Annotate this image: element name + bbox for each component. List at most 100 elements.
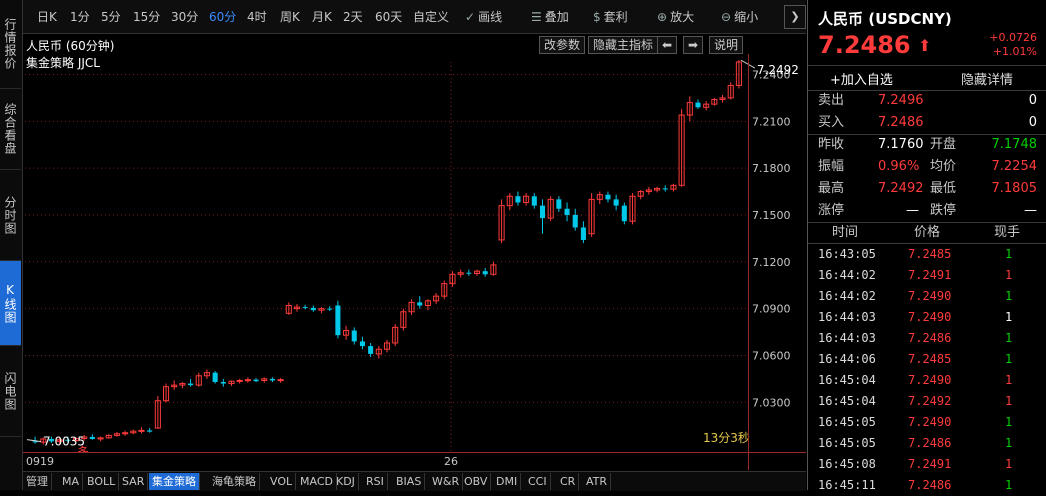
candle-body [466,272,472,274]
buy-row: 买入 7.2486 0 [808,112,1046,134]
indicator-tab-obv[interactable]: OBV [461,473,492,490]
scroll-left-arrow-icon[interactable]: ⬅ [657,36,678,54]
y-tick-label: 7.1200 [752,256,791,269]
vtab-timeshare[interactable]: 分时图 [0,170,21,261]
tick-time: 16:44:02 [818,268,876,282]
prev-close-label: 昨收 [818,137,845,152]
date-label-mid: 26 [444,455,458,468]
left-vertical-tabs: 行情报价 综合看盘 分时图 K线图 闪电图 [0,0,23,490]
candle-body [531,196,537,206]
period-5min[interactable]: 5分 [101,8,121,25]
candle-body [220,382,226,384]
indicator-tab-atr[interactable]: ATR [583,473,612,490]
tick-row: 16:44:02 7.2490 1 [808,286,1046,307]
candle-body [695,102,701,108]
tick-price: 7.2485 [908,352,952,366]
sell-qty: 0 [1028,93,1037,108]
up-arrow-icon: ⬆ [918,36,932,55]
indicator-tab-cr[interactable]: CR [557,473,580,490]
period-15min[interactable]: 15分 [133,8,160,25]
period-2day[interactable]: 2天 [343,8,363,25]
zoom-in-tool[interactable]: ⊕ 放大 [657,8,694,25]
tick-row: 16:44:03 7.2486 1 [808,328,1046,349]
indicator-tab-cci[interactable]: CCI [525,473,551,490]
quote-panel: 人民币 (USDCNY) 7.2486 ⬆ +0.0726 +1.01% +加入… [807,0,1046,492]
vtab-flash[interactable]: 闪电图 [0,346,21,437]
tick-price: 7.2491 [908,457,952,471]
indicator-tab-bias[interactable]: BIAS [393,473,426,490]
tick-price: 7.2492 [908,394,952,408]
explain-button[interactable]: 说明 [709,36,744,54]
modify-params-button[interactable]: 改参数 [539,36,586,54]
candle-body [269,378,275,381]
toolbar-more-arrow-icon[interactable]: ❯ [784,5,806,29]
overlay-tool[interactable]: ☰ 叠加 [531,8,569,25]
zoom-in-label: 放大 [670,10,695,24]
zoom-in-icon: ⊕ [657,10,668,24]
tick-price: 7.2486 [908,436,952,450]
candle-body [147,430,153,432]
tick-volume: 1 [1005,310,1013,324]
indicator-tab-vol[interactable]: VOL [267,473,297,490]
sell-price: 7.2496 [878,93,924,108]
vtab-overview[interactable]: 综合看盘 [0,89,21,170]
scroll-right-arrow-icon[interactable]: ➡ [683,36,704,54]
y-tick-label: 7.0300 [752,396,791,409]
chart-grid [25,62,749,452]
limit-down-label: 跌停 [930,203,957,218]
period-toolbar: 日K 1分 5分 15分 30分 60分 4时 周K 月K 2天 60天 自定义… [23,0,806,34]
tick-time: 16:44:06 [818,352,876,366]
indicator-tab-kdj[interactable]: KDJ [333,473,359,490]
zoom-out-icon: ⊖ [721,10,732,24]
tick-volume: 1 [1005,394,1013,408]
period-week[interactable]: 周K [280,8,300,25]
period-30min[interactable]: 30分 [171,8,198,25]
indicator-tab-ma[interactable]: MA [59,473,84,490]
indicator-tab-w-r[interactable]: W&R [429,473,464,490]
candle-body [138,429,145,432]
prev-close-row: 昨收 7.1760 开盘 7.1748 [808,134,1046,156]
tick-row: 16:44:06 7.2485 1 [808,349,1046,370]
indicator-tab-sar[interactable]: SAR [119,473,149,490]
ticks-header: 时间 价格 现手 [808,222,1046,244]
vtab-quote[interactable]: 行情报价 [0,0,21,89]
add-watchlist-button[interactable]: +加入自选 [830,69,893,88]
draw-line-tool[interactable]: ✓ 画线 [465,8,502,25]
arbitrage-tool[interactable]: $ 套利 [593,8,628,25]
candle-body [417,302,423,306]
hide-detail-button[interactable]: 隐藏详情 [961,69,1013,88]
indicator-tab-dmi[interactable]: DMI [493,473,522,490]
period-day[interactable]: 日K [37,8,57,25]
period-1min[interactable]: 1分 [70,8,90,25]
candle-body [327,308,333,310]
buy-qty: 0 [1028,115,1037,130]
zoom-out-label: 缩小 [734,10,759,24]
period-custom[interactable]: 自定义 [413,8,449,25]
hide-indicator-button[interactable]: 隐藏主指标 [588,36,659,54]
price-axis-line [748,54,749,470]
indicator-tab-5[interactable]: 海龟策略 [209,473,260,490]
tick-price: 7.2490 [908,289,952,303]
indicator-tab-rsi[interactable]: RSI [363,473,388,490]
indicator-tab-boll[interactable]: BOLL [84,473,120,490]
indicator-tab-4[interactable]: 集金策略 [149,473,200,490]
indicator-tab-0[interactable]: 管理 [23,473,52,490]
price-change-pct: +1.01% [992,45,1037,58]
candle-body [572,214,578,228]
low-label: 最低 [930,181,957,196]
indicator-tabs: 管理 MA BOLL SAR 集金策略 海龟策略 VOL MACD KDJ RSI BIAS W&R O… [23,471,806,491]
indicator-tab-macd[interactable]: MACD [297,473,337,490]
candle-body [556,199,562,209]
period-60min[interactable]: 60分 [209,8,236,25]
period-4h[interactable]: 4时 [247,8,267,25]
vtab-kline[interactable]: K线图 [0,261,21,346]
period-60day[interactable]: 60天 [375,8,402,25]
zoom-out-tool[interactable]: ⊖ 缩小 [721,8,758,25]
kline-chart[interactable]: 7.24007.21007.18007.15007.12007.09007.06… [23,54,806,452]
tick-row: 16:45:04 7.2492 1 [808,391,1046,412]
limit-down-value: — [1024,203,1037,218]
period-month[interactable]: 月K [312,8,332,25]
sell-label: 卖出 [818,93,845,108]
candle-body [482,271,488,275]
price-change: +0.0726 [989,31,1037,44]
